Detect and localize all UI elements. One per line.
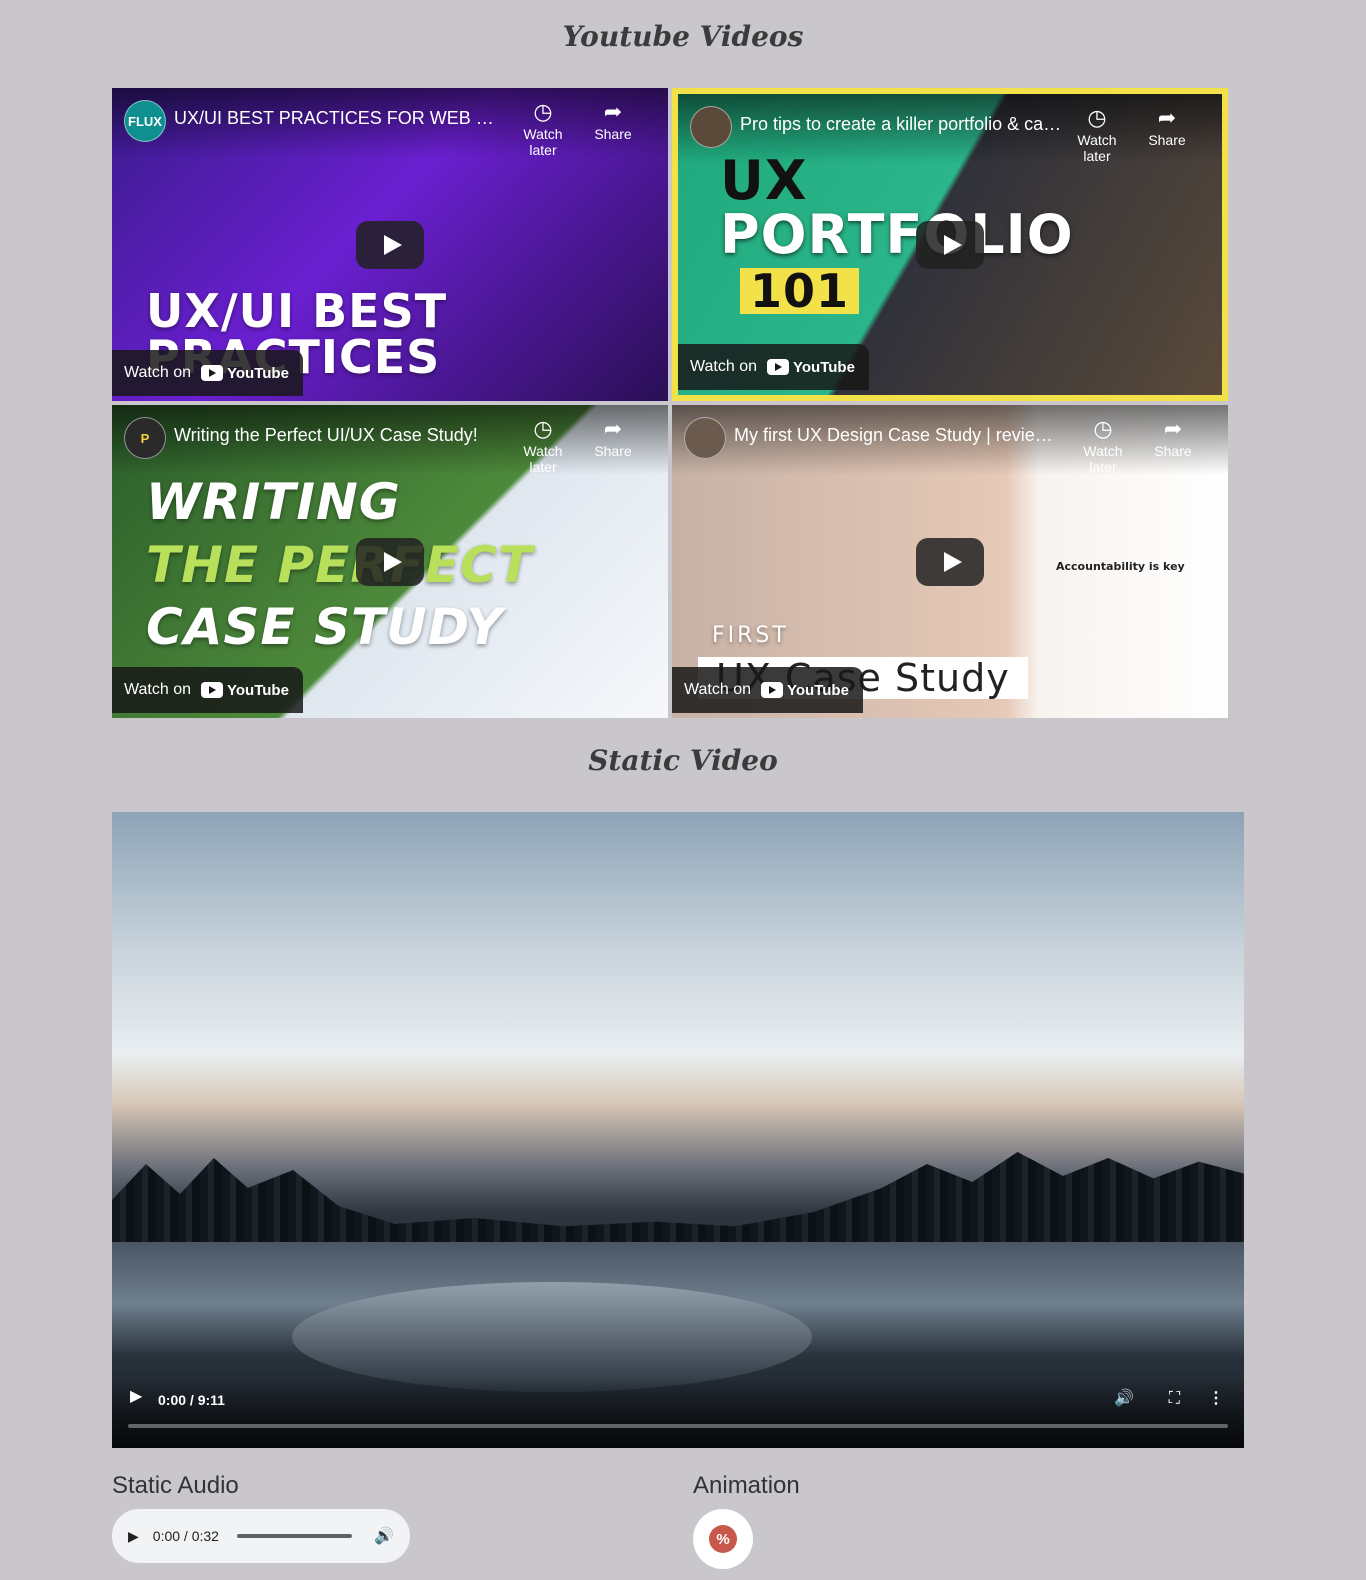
youtube-video-grid: UX/UI BEST PRACTICES FLUX UX/UI BEST PRA…: [112, 88, 1228, 718]
youtube-logo: YouTube: [767, 359, 855, 376]
youtube-videos-heading: Youtube Videos: [562, 20, 804, 53]
youtube-play-icon: [767, 359, 789, 375]
clock-icon: ◷: [1093, 416, 1113, 441]
thumbnail-slide-text: Accountability is key: [1056, 560, 1185, 573]
watch-on-youtube-button[interactable]: Watch on YouTube: [112, 350, 303, 396]
play-button[interactable]: [916, 220, 984, 269]
youtube-logo: YouTube: [201, 365, 289, 382]
static-audio-heading: Static Audio: [112, 1472, 239, 1499]
youtube-embed-4[interactable]: FIRST UX Case Study Accountability is ke…: [672, 405, 1228, 718]
share-button[interactable]: ➦ Share: [1132, 104, 1202, 148]
share-button[interactable]: ➦ Share: [578, 98, 648, 142]
channel-avatar[interactable]: P: [124, 417, 166, 459]
play-icon[interactable]: ▶: [130, 1386, 142, 1406]
static-audio-player[interactable]: ▶ 0:00 / 0:32 🔊: [112, 1509, 410, 1563]
thumbnail-text: WRITING THE PERFECT CASE STUDY: [146, 473, 533, 656]
clock-icon: ◷: [1087, 105, 1107, 130]
youtube-logo: YouTube: [201, 682, 289, 699]
play-button[interactable]: [356, 220, 424, 269]
fullscreen-icon[interactable]: ⛶: [1169, 1390, 1180, 1408]
thumbnail-text: UX PORTFOLIO 101: [720, 149, 1074, 318]
clock-icon: ◷: [533, 416, 553, 441]
video-title[interactable]: Writing the Perfect UI/UX Case Study!: [174, 425, 504, 446]
channel-avatar[interactable]: [690, 106, 732, 148]
watch-later-button[interactable]: ◷ Watch later: [508, 415, 578, 475]
watch-later-button[interactable]: ◷ Watch later: [508, 98, 578, 158]
youtube-play-icon: [761, 682, 783, 698]
video-title[interactable]: Pro tips to create a killer portfolio & …: [740, 114, 1070, 135]
youtube-play-icon: [201, 682, 223, 698]
audio-time: 0:00 / 0:32: [152, 1528, 219, 1544]
clock-icon: ◷: [533, 99, 553, 124]
youtube-embed-1[interactable]: UX/UI BEST PRACTICES FLUX UX/UI BEST PRA…: [112, 88, 668, 401]
static-video-player[interactable]: ▶ 0:00 / 9:11 🔊 ⛶ ⋮: [112, 812, 1244, 1448]
more-vertical-icon[interactable]: ⋮: [1208, 1388, 1224, 1408]
share-button[interactable]: ➦ Share: [1138, 415, 1208, 459]
audio-progress-bar[interactable]: [236, 1534, 353, 1538]
video-progress-bar[interactable]: [128, 1424, 1228, 1428]
video-time: 0:00 / 9:11: [158, 1392, 225, 1408]
animation-heading: Animation: [693, 1472, 800, 1499]
watch-later-button[interactable]: ◷ Watch later: [1068, 415, 1138, 475]
percent-badge-icon: %: [709, 1525, 737, 1553]
play-button[interactable]: [356, 537, 424, 586]
youtube-play-icon: [201, 365, 223, 381]
youtube-embed-2[interactable]: UX PORTFOLIO 101 Pro tips to create a ki…: [672, 88, 1228, 401]
video-title[interactable]: My first UX Design Case Study | review…: [734, 425, 1064, 446]
static-video-heading: Static Video: [588, 744, 778, 777]
share-button[interactable]: ➦ Share: [578, 415, 648, 459]
watch-on-youtube-button[interactable]: Watch on YouTube: [678, 344, 869, 390]
watch-on-youtube-button[interactable]: Watch on YouTube: [672, 667, 863, 713]
share-arrow-icon: ➦: [1163, 416, 1183, 441]
share-arrow-icon: ➦: [1157, 105, 1177, 130]
watch-later-button[interactable]: ◷ Watch later: [1062, 104, 1132, 164]
video-controls: [112, 1378, 1244, 1448]
play-icon[interactable]: ▶: [128, 1528, 139, 1545]
video-title[interactable]: UX/UI BEST PRACTICES FOR WEB DESI…: [174, 108, 504, 129]
share-arrow-icon: ➦: [603, 99, 623, 124]
youtube-logo: YouTube: [761, 682, 849, 699]
video-frame-river: [292, 1282, 812, 1392]
play-button[interactable]: [916, 537, 984, 586]
youtube-embed-3[interactable]: WRITING THE PERFECT CASE STUDY P Writing…: [112, 405, 668, 718]
thumbnail-text: FIRST: [712, 623, 789, 648]
volume-icon[interactable]: 🔊: [374, 1526, 394, 1546]
watch-on-youtube-button[interactable]: Watch on YouTube: [112, 667, 303, 713]
volume-icon[interactable]: 🔊: [1114, 1388, 1134, 1408]
channel-avatar[interactable]: FLUX: [124, 100, 166, 142]
channel-avatar[interactable]: [684, 417, 726, 459]
animation-badge: %: [693, 1509, 753, 1569]
share-arrow-icon: ➦: [603, 416, 623, 441]
